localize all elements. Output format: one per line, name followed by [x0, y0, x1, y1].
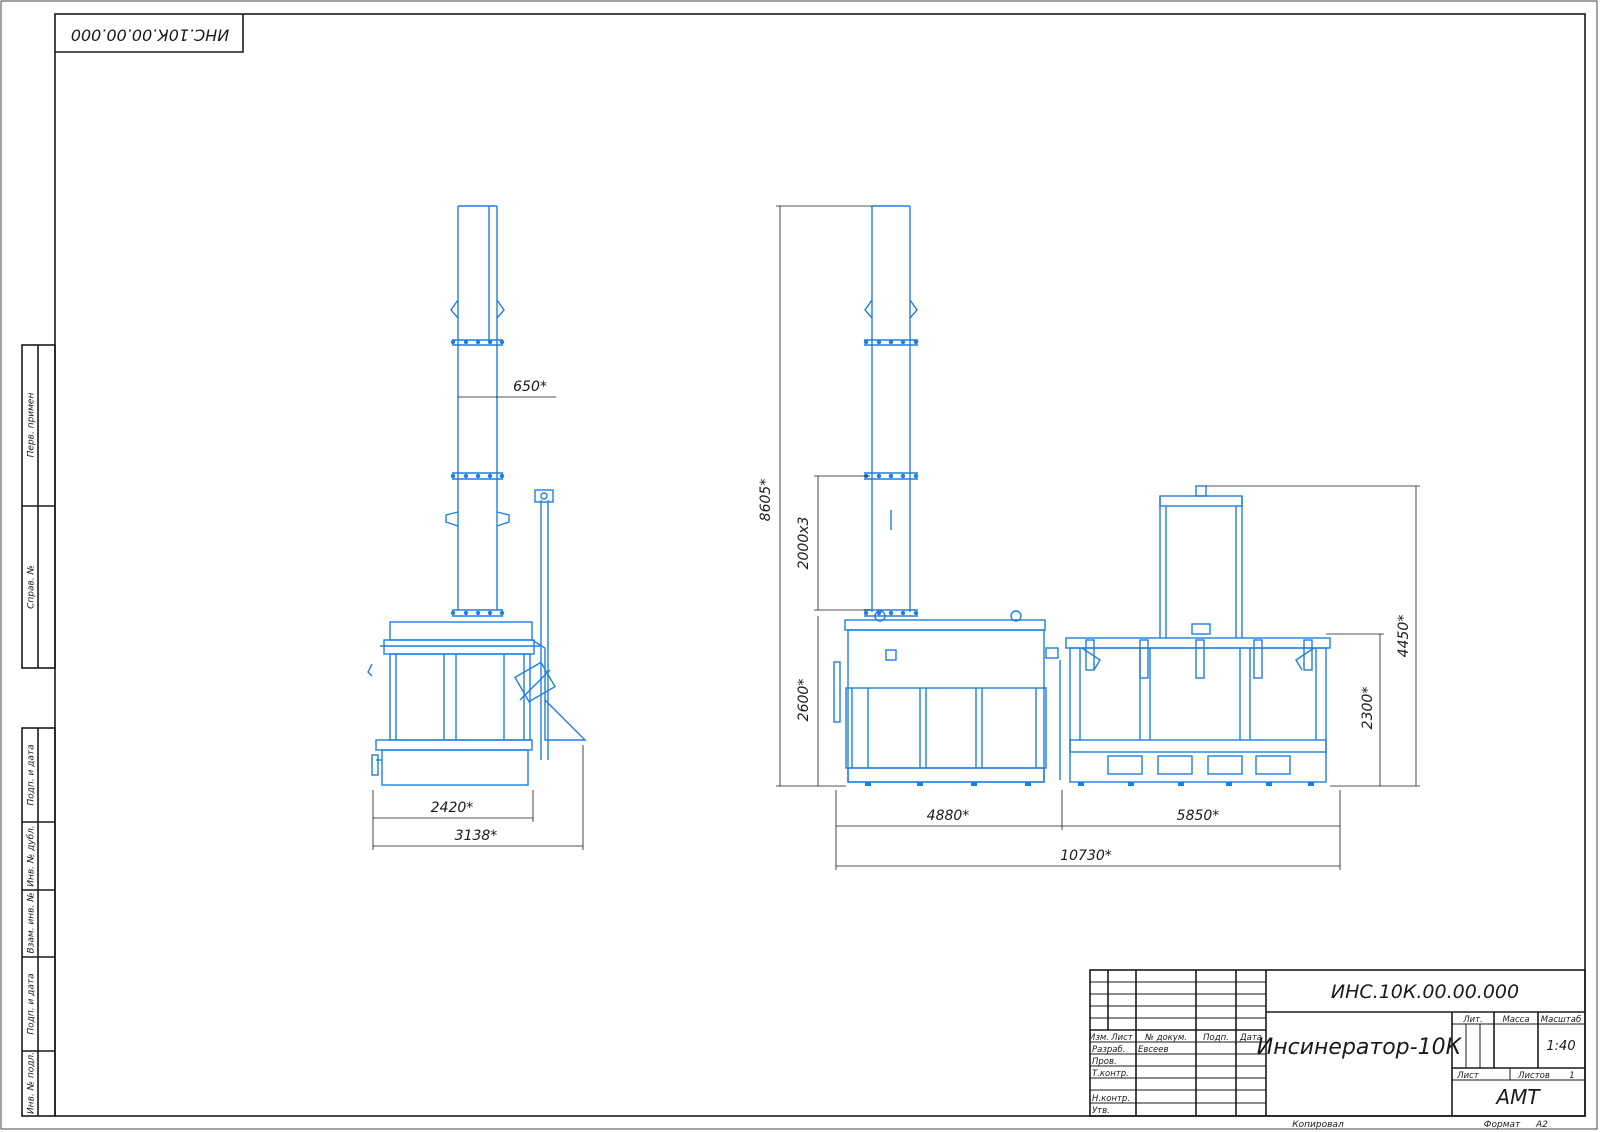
stamp-sprav-no: Справ. №	[27, 565, 37, 609]
stamp-inv-podl: Инв. № подл.	[27, 1052, 37, 1114]
tb-sheet-label: Лист	[1456, 1071, 1480, 1081]
tb-scale: 1:40	[1546, 1039, 1575, 1054]
dim-chimney-diameter: 650*	[513, 379, 547, 395]
tb-number: ИНС.10К.00.00.000	[1331, 981, 1519, 1003]
tb-row-razrab: Разраб.	[1092, 1045, 1125, 1055]
tb-razrab-name: Евсеев	[1138, 1045, 1169, 1055]
tb-sheets-label: Листов	[1517, 1071, 1550, 1081]
dim-body-height-1: 2600*	[796, 679, 812, 722]
tb-format-value: A2	[1535, 1120, 1548, 1130]
stamp-perv-primen: Перв. примен	[27, 393, 37, 458]
dim-total-height: 8605*	[758, 479, 774, 522]
title-block: Изм. Лист № докум. Подп. Дата Разраб. Ев…	[1089, 969, 1586, 1130]
tb-row-utv: Утв.	[1092, 1106, 1110, 1116]
stamp-podp-data-1: Подп. и дата	[27, 744, 37, 805]
left-view: 650* 2420* 3138*	[367, 205, 587, 850]
stamp-inv-dubl: Инв. № дубл.	[27, 825, 37, 887]
tb-col-dokum: № докум.	[1144, 1033, 1187, 1043]
dim-length-2: 5850*	[1177, 808, 1220, 824]
stamp-podp-data-2: Подп. и дата	[27, 973, 37, 1034]
tb-organization: АМТ	[1494, 1085, 1541, 1109]
stamp-vzam-inv: Взам. инв. №	[27, 892, 37, 953]
dim-body-height-2: 2300*	[1360, 687, 1376, 730]
dim-length-1: 4880*	[927, 808, 970, 824]
inner-frame	[54, 13, 1586, 1117]
tb-format-label: Формат	[1484, 1120, 1521, 1130]
tb-massa-label: Масса	[1502, 1015, 1529, 1025]
dim-frame-height: 4450*	[1396, 615, 1412, 658]
top-number-mirrored: ИНС.10К.00.00.000	[71, 26, 230, 45]
tb-col-izm: Изм.	[1089, 1033, 1109, 1043]
dim-chimney-section: 2000х3	[796, 517, 812, 570]
tb-row-nkontr: Н.контр.	[1092, 1094, 1130, 1104]
dim-left-width-inner: 2420*	[431, 800, 474, 816]
valve-row	[1085, 639, 1313, 775]
tb-row-tkontr: Т.контр.	[1092, 1069, 1129, 1079]
tb-sheets-count: 1	[1569, 1071, 1574, 1081]
right-view: 8605* 2000х3 2600* 2300* 4450* 4880* 585…	[758, 205, 1420, 870]
tb-col-list: Лист	[1110, 1033, 1134, 1043]
top-number-box: ИНС.10К.00.00.000	[55, 14, 244, 53]
tb-masshtab-label: Масштаб	[1541, 1015, 1581, 1025]
tb-lit-label: Лит.	[1462, 1015, 1483, 1025]
tb-col-podp: Подп.	[1203, 1033, 1229, 1043]
drawing-sheet: ИНС.10К.00.00.000 Перв. примен Справ. № …	[0, 0, 1598, 1130]
tb-copied-label: Копировал	[1292, 1120, 1344, 1130]
side-stamp: Перв. примен Справ. № Подп. и дата Инв. …	[21, 344, 56, 1117]
dim-left-width-total: 3138*	[455, 828, 498, 844]
tb-name: Инсинератор-10К	[1257, 1035, 1463, 1060]
dim-length-total: 10730*	[1060, 848, 1112, 864]
tb-row-prov: Пров.	[1092, 1057, 1117, 1067]
